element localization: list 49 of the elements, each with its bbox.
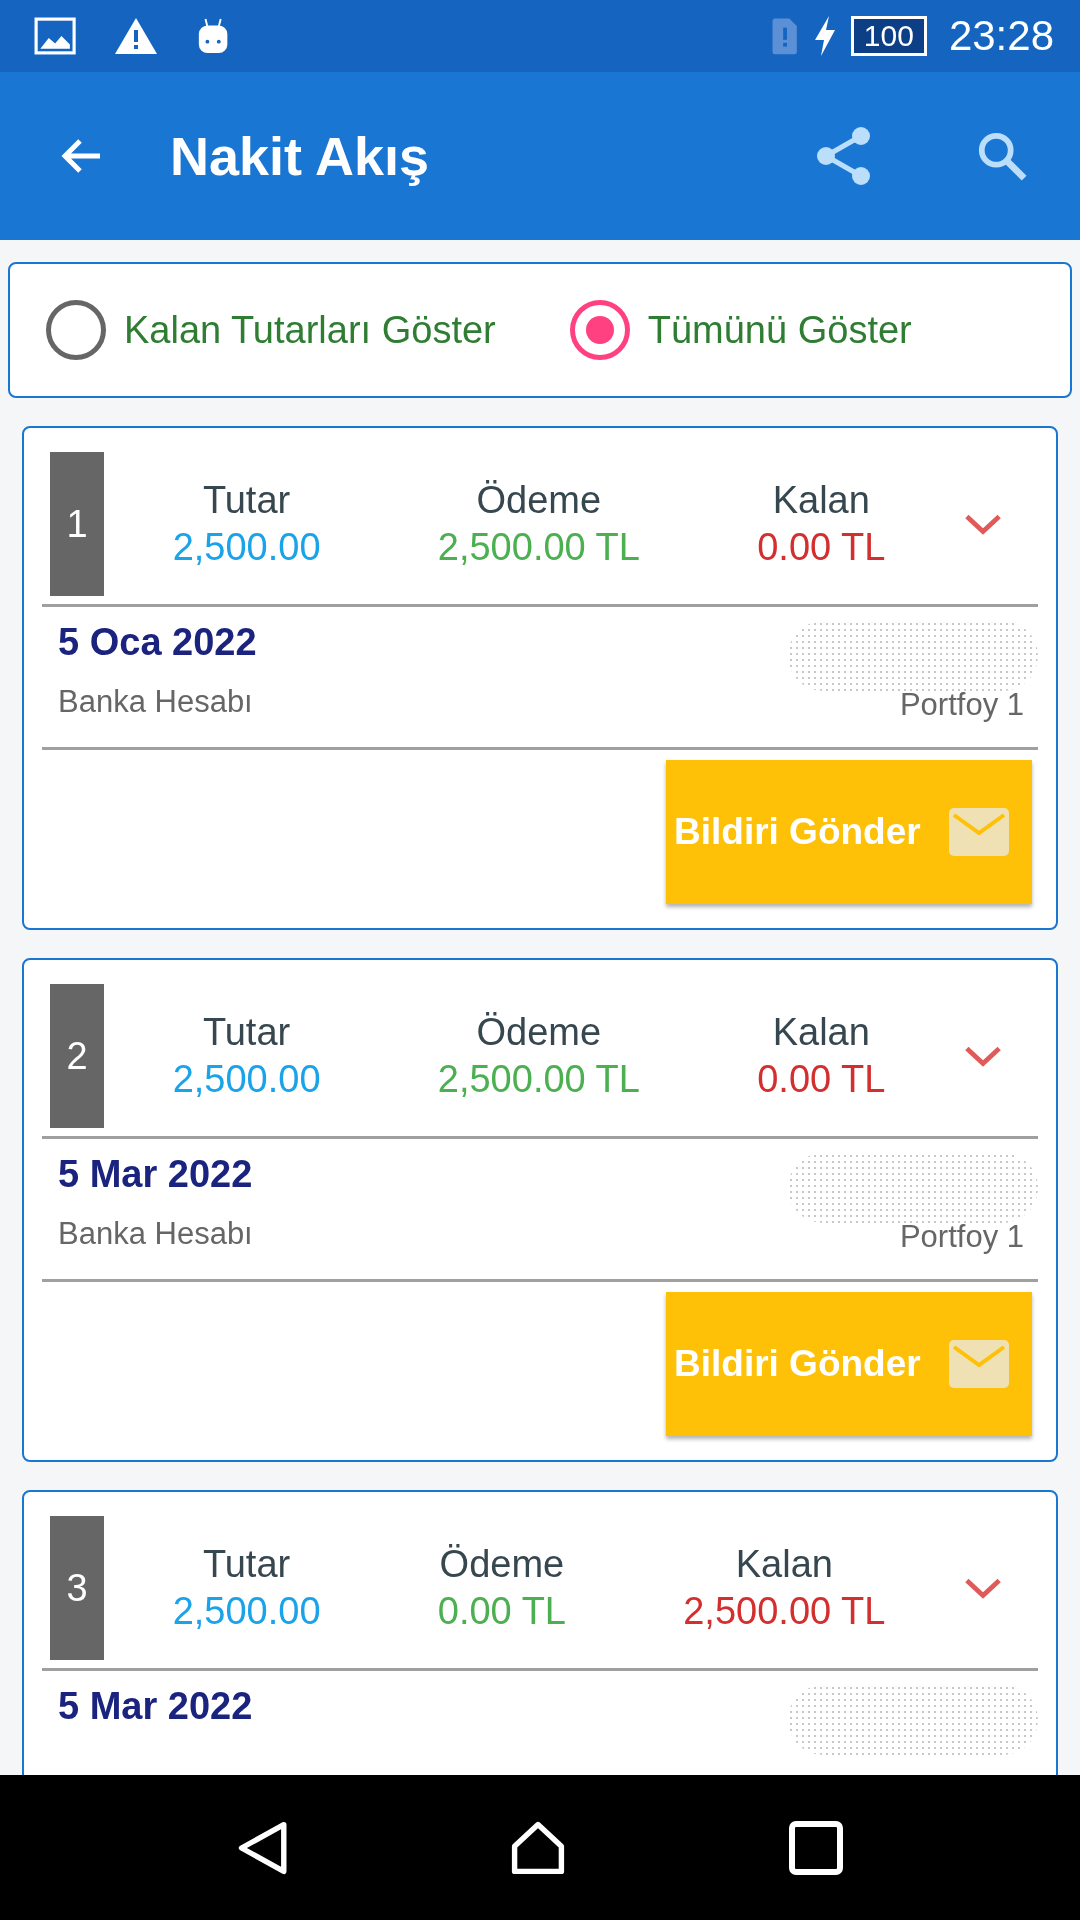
recents-square-icon[interactable] <box>789 1820 844 1875</box>
amount-value: 0.00 TL <box>757 1058 886 1101</box>
amount-label: Tutar <box>202 1543 291 1586</box>
entry-date: 5 Mar 2022 <box>58 1153 253 1196</box>
row-number: 3 <box>50 1516 104 1660</box>
amount-value: 2,500.00 <box>172 1058 321 1101</box>
row-number: 1 <box>50 452 104 596</box>
image-icon <box>34 17 77 55</box>
envelope-icon <box>948 1339 1010 1389</box>
chevron-down-icon[interactable] <box>964 512 1002 536</box>
amount-value: 2,500.00 <box>172 1590 321 1633</box>
amount-label: Kalan <box>772 479 870 522</box>
chevron-down-icon[interactable] <box>964 1576 1002 1600</box>
battery-level: 100 <box>850 16 927 56</box>
clock: 23:28 <box>948 12 1054 60</box>
amount-label: Tutar <box>202 1011 291 1054</box>
amount-value: 0.00 TL <box>437 1590 566 1633</box>
warning-icon <box>114 17 159 55</box>
amount-value: 2,500.00 TL <box>437 1058 640 1101</box>
home-icon[interactable] <box>511 1820 566 1875</box>
amount-label: Ödeme <box>476 1011 602 1054</box>
radio-label[interactable]: Kalan Tutarları Göster <box>124 308 496 352</box>
radio-label[interactable]: Tümünü Göster <box>647 308 912 352</box>
radio-button[interactable] <box>46 300 106 360</box>
amount-value: 0.00 TL <box>757 526 886 569</box>
amount-label: Ödeme <box>476 479 602 522</box>
amount-value: 2,500.00 TL <box>683 1590 886 1633</box>
amount-label: Tutar <box>202 479 291 522</box>
account-name: Banka Hesabı <box>58 1216 253 1252</box>
back-triangle-icon[interactable] <box>236 1820 288 1875</box>
amount-value: 2,500.00 <box>172 526 321 569</box>
sim-alert-icon <box>771 17 799 55</box>
account-name: Banka Hesabı <box>58 684 254 720</box>
entry-date: 5 Mar 2022 <box>58 1685 253 1728</box>
amount-value: 2,500.00 TL <box>437 526 640 569</box>
amount-label: Kalan <box>772 1011 870 1054</box>
chevron-down-icon[interactable] <box>964 1044 1002 1068</box>
row-number: 2 <box>50 984 104 1128</box>
search-icon[interactable] <box>976 130 1028 182</box>
envelope-icon <box>948 807 1010 857</box>
screen-title: Nakit Akış <box>170 125 431 187</box>
amount-label: Ödeme <box>439 1543 565 1586</box>
charging-icon <box>812 16 837 56</box>
share-icon[interactable] <box>816 126 872 186</box>
entry-date: 5 Oca 2022 <box>58 621 257 664</box>
portfolio-name: Portfoy 1 <box>899 1219 1024 1255</box>
radio-button[interactable] <box>569 300 630 360</box>
portfolio-name: Portfoy 1 <box>899 687 1024 723</box>
amount-label: Kalan <box>735 1543 833 1586</box>
